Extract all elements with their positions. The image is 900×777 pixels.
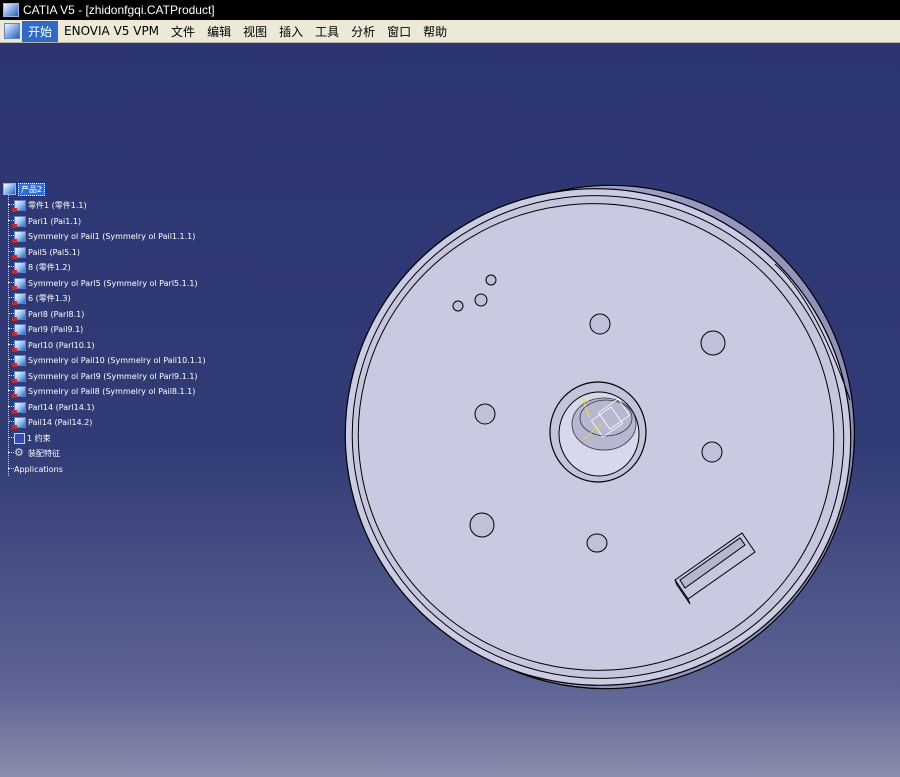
- menu-tools[interactable]: 工具: [309, 21, 345, 42]
- tree-item-label: Pail5 (Pal5.1): [28, 247, 80, 257]
- catia-app-icon[interactable]: [3, 3, 19, 17]
- menu-help[interactable]: 帮助: [417, 21, 453, 42]
- 3d-viewport[interactable]: 产品2 零件1 (零件1.1) Pari1 (Pai1.1) Symmelry …: [0, 43, 900, 777]
- tree-item-label: 6 (零件1.3): [28, 293, 71, 303]
- tree-item-label: Pari1 (Pai1.1): [28, 216, 82, 226]
- tree-item[interactable]: Pari1 (Pai1.1): [8, 214, 82, 228]
- part-icon: [12, 261, 26, 274]
- part-icon: [12, 292, 26, 305]
- part-icon: [12, 230, 26, 243]
- menu-view[interactable]: 视图: [237, 21, 273, 42]
- document-icon[interactable]: [4, 23, 20, 39]
- tree-item[interactable]: Symmelry ol Parl5 (Symmelry ol Parl5.1.1…: [8, 276, 198, 290]
- tree-item-label: Symmelry ol Pail8 (Symmelry ol Pail8.1.1…: [28, 386, 196, 396]
- part-icon: [12, 370, 26, 383]
- menu-edit[interactable]: 编辑: [201, 21, 237, 42]
- assembly-features-label: 装配特征: [28, 448, 60, 458]
- part-icon: [12, 385, 26, 398]
- menu-start[interactable]: 开始: [22, 20, 59, 42]
- title-bar: CATIA V5 - [zhidonfgqi.CATProduct]: [0, 0, 900, 20]
- menu-file[interactable]: 文件: [165, 21, 201, 42]
- part-icon: [12, 308, 26, 321]
- tree-item-label: Pail14 (Pail14.2): [28, 417, 93, 427]
- constraints-label: 1 约束: [27, 433, 51, 443]
- product-icon: [3, 183, 16, 195]
- part-icon: [12, 401, 26, 414]
- window-title: CATIA V5 - [zhidonfgqi.CATProduct]: [23, 3, 215, 17]
- tree-item[interactable]: Parl8 (Parl8.1): [8, 307, 85, 321]
- part-icon: [12, 339, 26, 352]
- tree-item[interactable]: Symmelry ol Pail10 (Symmelry ol Pail10.1…: [8, 353, 206, 367]
- part-icon: [12, 416, 26, 429]
- tree-root[interactable]: 产品2: [3, 182, 46, 196]
- specification-tree: 产品2 零件1 (零件1.1) Pari1 (Pai1.1) Symmelry …: [0, 181, 240, 481]
- tree-item[interactable]: Parl14 (Parl14.1): [8, 400, 95, 414]
- tree-item[interactable]: Parl9 (Pail9.1): [8, 322, 84, 336]
- part-icon: [12, 323, 26, 336]
- tree-item-label: 8 (零件1.2): [28, 262, 71, 272]
- menu-insert[interactable]: 插入: [273, 21, 309, 42]
- tree-item-label: Symmelry ol Parl5 (Symmelry ol Parl5.1.1…: [28, 278, 198, 288]
- menu-analysis[interactable]: 分析: [345, 21, 381, 42]
- tree-item-label: Symmelry ol Pail1 (Symmelry ol Pail1.1.1…: [28, 231, 196, 241]
- part-icon: [12, 246, 26, 259]
- tree-assembly-features[interactable]: ⚙ 装配特征: [8, 446, 60, 460]
- tree-item[interactable]: Symmelry ol Parl9 (Symmelry ol Parl9.1.1…: [8, 369, 198, 383]
- tree-root-label: 产品2: [18, 182, 46, 196]
- applications-label: Applications: [14, 464, 63, 474]
- tree-item-label: Parl8 (Parl8.1): [28, 309, 85, 319]
- tree-item-label: Parl10 (Parl10.1): [28, 340, 95, 350]
- part-icon: [12, 277, 26, 290]
- tree-item-label: Parl14 (Parl14.1): [28, 402, 95, 412]
- part-icon: [12, 215, 26, 228]
- tree-applications[interactable]: Applications: [8, 462, 63, 476]
- tree-item-label: Symmelry ol Parl9 (Symmelry ol Parl9.1.1…: [28, 371, 198, 381]
- part-icon: [12, 354, 26, 367]
- gear-icon: ⚙: [14, 446, 24, 459]
- tree-item[interactable]: 6 (零件1.3): [8, 291, 71, 305]
- tree-item-label: Symmelry ol Pail10 (Symmelry ol Pail10.1…: [28, 355, 206, 365]
- tree-item-label: Parl9 (Pail9.1): [28, 324, 84, 334]
- constraints-icon: [14, 432, 25, 444]
- tree-item[interactable]: Symmelry ol Pail1 (Symmelry ol Pail1.1.1…: [8, 229, 196, 243]
- tree-item[interactable]: 零件1 (零件1.1): [8, 198, 87, 212]
- menu-enovia[interactable]: ENOVIA V5 VPM: [58, 22, 165, 40]
- tree-item[interactable]: Symmelry ol Pail8 (Symmelry ol Pail8.1.1…: [8, 384, 196, 398]
- tree-item[interactable]: Pail14 (Pail14.2): [8, 415, 93, 429]
- tree-item-label: 零件1 (零件1.1): [28, 200, 87, 210]
- part-icon: [12, 199, 26, 212]
- tree-item[interactable]: Parl10 (Parl10.1): [8, 338, 95, 352]
- menu-bar: 开始 ENOVIA V5 VPM 文件 编辑 视图 插入 工具 分析 窗口 帮助: [0, 20, 900, 43]
- tree-item[interactable]: Pail5 (Pal5.1): [8, 245, 80, 259]
- tree-constraints[interactable]: 1 约束: [8, 431, 51, 445]
- menu-window[interactable]: 窗口: [381, 21, 417, 42]
- tree-item[interactable]: 8 (零件1.2): [8, 260, 71, 274]
